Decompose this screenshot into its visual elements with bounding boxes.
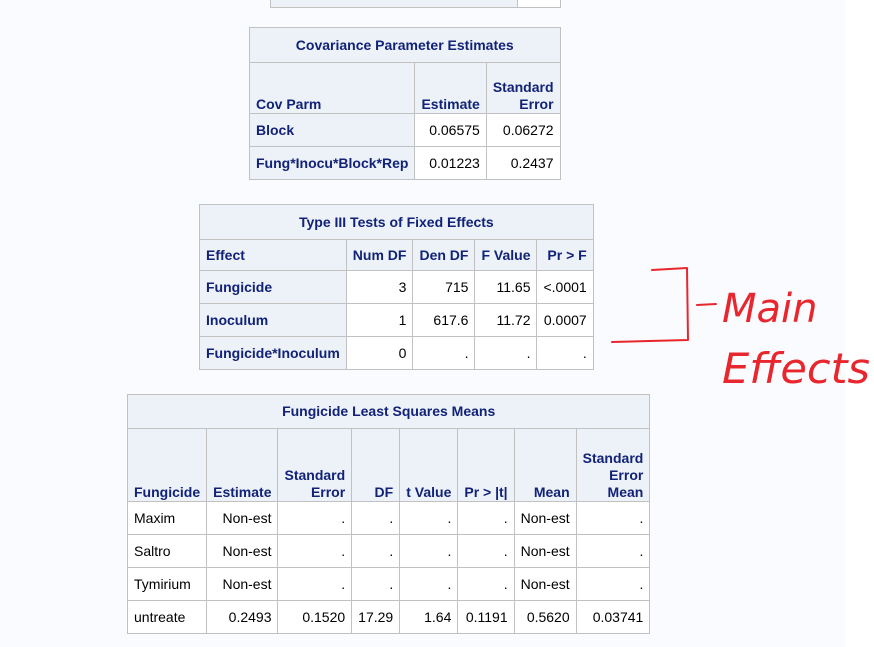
- df-cell: .: [351, 567, 401, 601]
- f-value-cell: 11.65: [474, 270, 538, 304]
- table-row: Fungicide*Inoculum 0 . . .: [199, 336, 594, 370]
- standard-error-cell: 0.06272: [485, 113, 561, 147]
- mean-cell: Non-est: [513, 501, 577, 535]
- f-value-cell: .: [474, 336, 538, 370]
- column-header-mean: Mean: [513, 428, 577, 502]
- fragment-cell-left: [270, 0, 518, 8]
- table-title: Fungicide Least Squares Means: [126, 394, 651, 429]
- fragment-cell-right: [517, 0, 561, 8]
- header-line: Error: [310, 484, 346, 500]
- column-header-pr-f: Pr > F: [536, 239, 594, 271]
- num-df-cell: 1: [345, 303, 414, 337]
- standard-error-cell: .: [277, 501, 353, 535]
- column-header-t-value: t Value: [399, 428, 459, 502]
- row-label: Inoculum: [199, 303, 347, 337]
- row-label: Fungicide*Inoculum: [199, 336, 347, 370]
- column-header-df: DF: [351, 428, 401, 502]
- den-df-cell: .: [412, 336, 476, 370]
- pr-f-cell: .: [536, 336, 594, 370]
- row-label: Block: [248, 113, 416, 147]
- column-header-cov-parm: Cov Parm: [248, 62, 416, 114]
- header-line: Standard: [492, 79, 554, 95]
- header-line: Error: [519, 96, 554, 112]
- pr-t-cell: .: [457, 567, 515, 601]
- type3-tests-table: Type III Tests of Fixed Effects Effect N…: [199, 204, 594, 370]
- header-line: Mean: [607, 484, 644, 500]
- estimate-cell: Non-est: [206, 567, 279, 601]
- table-title: Type III Tests of Fixed Effects: [199, 204, 594, 240]
- header-line: Standard: [284, 467, 346, 483]
- column-header-pr-t: Pr > |t|: [457, 428, 515, 502]
- t-value-cell: .: [399, 567, 459, 601]
- df-cell: 17.29: [351, 600, 401, 634]
- den-df-cell: 715: [412, 270, 476, 304]
- previous-table-fragment: [270, 0, 561, 8]
- den-df-cell: 617.6: [412, 303, 476, 337]
- t-value-cell: .: [399, 534, 459, 568]
- column-header-fungicide: Fungicide: [126, 428, 208, 502]
- f-value-cell: 11.72: [474, 303, 538, 337]
- header-line: Standard: [582, 450, 644, 466]
- standard-error-mean-cell: .: [575, 567, 651, 601]
- column-header-den-df: Den DF: [412, 239, 476, 271]
- standard-error-cell: .: [277, 534, 353, 568]
- t-value-cell: 1.64: [399, 600, 459, 634]
- standard-error-mean-cell: .: [575, 501, 651, 535]
- column-header-num-df: Num DF: [345, 239, 414, 271]
- estimate-cell: 0.01223: [414, 146, 487, 180]
- right-margin: [845, 0, 874, 647]
- table-row: Block 0.06575 0.06272: [248, 113, 561, 147]
- num-df-cell: 3: [345, 270, 414, 304]
- table-row: Saltro Non-est . . . . Non-est .: [126, 534, 651, 568]
- fungicide-cell: Tymirium: [126, 567, 208, 601]
- column-header-estimate: Estimate: [206, 428, 279, 502]
- num-df-cell: 0: [345, 336, 414, 370]
- estimate-cell: 0.2493: [206, 600, 279, 634]
- mean-cell: 0.5620: [513, 600, 577, 634]
- column-header-estimate: Estimate: [414, 62, 487, 114]
- estimate-cell: Non-est: [206, 501, 279, 535]
- header-line: Error: [609, 467, 644, 483]
- standard-error-mean-cell: 0.03741: [575, 600, 651, 634]
- pr-t-cell: 0.1191: [457, 600, 515, 634]
- estimate-cell: 0.06575: [414, 113, 487, 147]
- fungicide-cell: Saltro: [126, 534, 208, 568]
- pr-f-cell: 0.0007: [536, 303, 594, 337]
- table-row: Maxim Non-est . . . . Non-est .: [126, 501, 651, 535]
- standard-error-cell: .: [277, 567, 353, 601]
- table-row: untreate 0.2493 0.1520 17.29 1.64 0.1191…: [126, 600, 651, 634]
- fungicide-lsmeans-table: Fungicide Least Squares Means Fungicide …: [126, 394, 651, 634]
- table-row: Inoculum 1 617.6 11.72 0.0007: [199, 303, 594, 337]
- standard-error-mean-cell: .: [575, 534, 651, 568]
- df-cell: .: [351, 534, 401, 568]
- pr-t-cell: .: [457, 501, 515, 535]
- estimate-cell: Non-est: [206, 534, 279, 568]
- fungicide-cell: Maxim: [126, 501, 208, 535]
- column-header-standard-error: Standard Error: [485, 62, 561, 114]
- column-header-f-value: F Value: [474, 239, 538, 271]
- row-label: Fung*Inocu*Block*Rep: [248, 146, 416, 180]
- column-header-standard-error: Standard Error: [277, 428, 353, 502]
- mean-cell: Non-est: [513, 534, 577, 568]
- mean-cell: Non-est: [513, 567, 577, 601]
- table-row: Fung*Inocu*Block*Rep 0.01223 0.2437: [248, 146, 561, 180]
- t-value-cell: .: [399, 501, 459, 535]
- column-header-standard-error-mean: Standard Error Mean: [575, 428, 651, 502]
- fungicide-cell: untreate: [126, 600, 208, 634]
- table-row: Tymirium Non-est . . . . Non-est .: [126, 567, 651, 601]
- covariance-parameter-estimates-table: Covariance Parameter Estimates Cov Parm …: [248, 27, 561, 180]
- df-cell: .: [351, 501, 401, 535]
- table-row: Fungicide 3 715 11.65 <.0001: [199, 270, 594, 304]
- pr-f-cell: <.0001: [536, 270, 594, 304]
- pr-t-cell: .: [457, 534, 515, 568]
- standard-error-cell: 0.1520: [277, 600, 353, 634]
- standard-error-cell: 0.2437: [485, 146, 561, 180]
- table-title: Covariance Parameter Estimates: [249, 27, 561, 63]
- column-header-effect: Effect: [199, 239, 347, 271]
- row-label: Fungicide: [199, 270, 347, 304]
